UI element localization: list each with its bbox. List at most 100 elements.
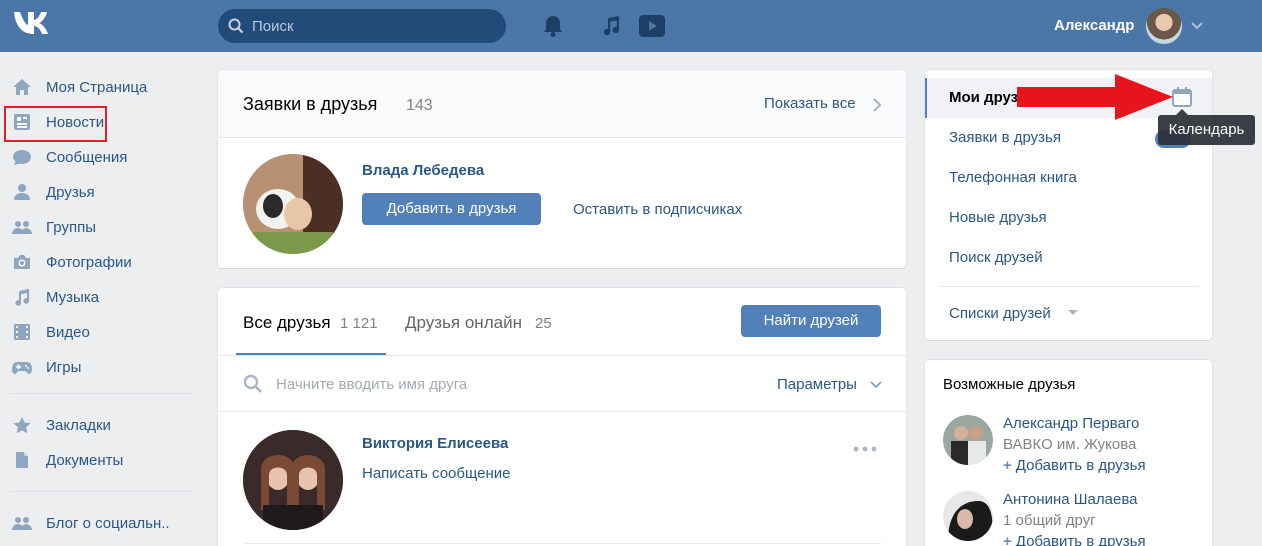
calendar-tooltip: Календарь: [1158, 109, 1255, 145]
friend-requests-count: 143: [406, 97, 433, 114]
video-icon: [14, 324, 30, 340]
sidebar-item-label: Фотографии: [46, 254, 132, 271]
nav-item-phonebook[interactable]: Телефонная книга: [949, 169, 1077, 186]
chevron-down-icon: [1191, 22, 1203, 30]
keep-as-follower-link[interactable]: Оставить в подписчиках: [573, 201, 742, 218]
request-avatar[interactable]: [243, 154, 343, 254]
possible-friend-avatar-image: [943, 491, 993, 541]
friends-icon: [14, 184, 30, 200]
annotation-arrow: [1017, 74, 1173, 120]
user-avatar: [1146, 8, 1182, 44]
possible-friend-add-link[interactable]: + Добавить в друзья: [1003, 457, 1146, 474]
star-icon: [13, 417, 31, 434]
sidebar-item-label: Документы: [46, 452, 124, 469]
add-friend-button[interactable]: Добавить в друзья: [362, 193, 541, 225]
more-options-icon[interactable]: [852, 445, 878, 453]
friend-requests-title: Заявки в друзья: [243, 94, 378, 114]
tab-friends-online-count: 25: [535, 315, 552, 332]
possible-friend-avatar[interactable]: [943, 491, 993, 541]
chevron-down-icon: [870, 381, 882, 389]
music-note-icon[interactable]: [597, 12, 625, 40]
tab-all-friends[interactable]: Все друзья: [243, 313, 331, 333]
sidebar-item-video[interactable]: Видео: [0, 315, 200, 349]
possible-friends-title: Возможные друзья: [943, 376, 1076, 393]
sidebar-item-label: Друзья: [46, 184, 95, 201]
sidebar-item-my-page[interactable]: Моя Страница: [0, 70, 200, 104]
divider: [939, 286, 1199, 287]
friend-requests-card: Заявки в друзья 143 Показать все Влада Л…: [218, 70, 906, 268]
community-icon: [12, 517, 32, 530]
search-input[interactable]: [252, 9, 492, 43]
show-all-link[interactable]: Показать все: [764, 95, 856, 112]
divider: [218, 355, 906, 356]
video-play-icon[interactable]: [638, 12, 666, 40]
document-icon: [16, 452, 28, 468]
sidebar-item-games[interactable]: Игры: [0, 350, 200, 384]
possible-friend-name[interactable]: Антонина Шалаева: [1003, 491, 1137, 508]
nav-item-new-friends[interactable]: Новые друзья: [949, 209, 1047, 226]
messages-icon: [13, 150, 31, 165]
search-icon: [228, 18, 244, 34]
possible-friend-info: 1 общий друг: [1003, 512, 1096, 529]
nav-item-friend-lists[interactable]: Списки друзей: [949, 305, 1051, 322]
sidebar-item-label: Закладки: [46, 417, 111, 434]
vk-logo[interactable]: [12, 10, 54, 42]
gamepad-icon: [12, 362, 32, 374]
sidebar-item-label: Игры: [46, 359, 82, 376]
possible-friend-info: ВАВКО им. Жукова: [1003, 436, 1137, 453]
user-menu[interactable]: Александр: [1040, 0, 1220, 52]
plus-icon: +: [1003, 533, 1012, 546]
possible-friends-card: Возможные друзья Александр Перваго ВАВКО…: [925, 360, 1212, 546]
chevron-right-icon: [873, 98, 882, 112]
user-name: Александр: [1054, 17, 1135, 34]
friend-name[interactable]: Виктория Елисеева: [362, 435, 508, 452]
friend-avatar-image: [243, 430, 343, 530]
possible-friend-add-link[interactable]: + Добавить в друзья: [1003, 533, 1146, 546]
parameters-link[interactable]: Параметры: [777, 376, 857, 393]
bell-icon[interactable]: [539, 12, 567, 40]
sidebar-item-messages[interactable]: Сообщения: [0, 140, 200, 174]
friend-avatar[interactable]: [243, 430, 343, 530]
friend-requests-header: Заявки в друзья 143 Показать все: [218, 70, 906, 138]
plus-icon: +: [1003, 457, 1012, 474]
vk-logo-icon: [14, 12, 48, 34]
possible-friend-avatar-image: [943, 415, 993, 465]
sidebar-item-label: Сообщения: [46, 149, 128, 166]
home-icon: [13, 79, 31, 95]
write-message-link[interactable]: Написать сообщение: [362, 465, 511, 482]
sidebar-divider: [10, 491, 192, 492]
nav-item-find-friends[interactable]: Поиск друзей: [949, 249, 1043, 266]
top-bar: Александр: [0, 0, 1262, 52]
camera-icon: [14, 255, 30, 269]
sidebar-item-label: Блог о социальн..: [46, 515, 170, 532]
friend-search-input[interactable]: [276, 371, 576, 397]
possible-friend-avatar[interactable]: [943, 415, 993, 465]
tab-friends-online[interactable]: Друзья онлайн: [405, 313, 522, 333]
friends-highlight-box: [4, 106, 107, 142]
sidebar-item-friends[interactable]: Друзья: [0, 175, 200, 209]
sidebar-item-music[interactable]: Музыка: [0, 280, 200, 314]
sidebar-item-label: Группы: [46, 219, 96, 236]
nav-item-requests[interactable]: Заявки в друзья: [949, 129, 1061, 146]
request-person-name[interactable]: Влада Лебедева: [362, 162, 484, 179]
possible-friend-add-label: Добавить в друзья: [1015, 533, 1146, 546]
sidebar-item-photos[interactable]: Фотографии: [0, 245, 200, 279]
music-icon: [15, 289, 29, 306]
search-box[interactable]: [218, 9, 506, 43]
sidebar-item-community[interactable]: Блог о социальн..: [0, 506, 200, 540]
tab-all-friends-count: 1 121: [340, 315, 378, 332]
sidebar-item-groups[interactable]: Группы: [0, 210, 200, 244]
sidebar-item-documents[interactable]: Документы: [0, 443, 200, 477]
friends-list-card: Все друзья 1 121 Друзья онлайн 25 Найти …: [218, 288, 906, 546]
find-friends-button[interactable]: Найти друзей: [741, 305, 881, 337]
sidebar-item-label: Видео: [46, 324, 90, 341]
groups-icon: [12, 221, 32, 234]
divider: [243, 543, 881, 544]
sidebar-item-bookmarks[interactable]: Закладки: [0, 408, 200, 442]
divider: [218, 411, 906, 412]
sidebar-item-label: Музыка: [46, 289, 100, 306]
possible-friend-add-label: Добавить в друзья: [1015, 457, 1146, 474]
possible-friend-name[interactable]: Александр Перваго: [1003, 415, 1139, 432]
sidebar-divider: [10, 393, 192, 394]
request-avatar-image: [243, 154, 343, 254]
